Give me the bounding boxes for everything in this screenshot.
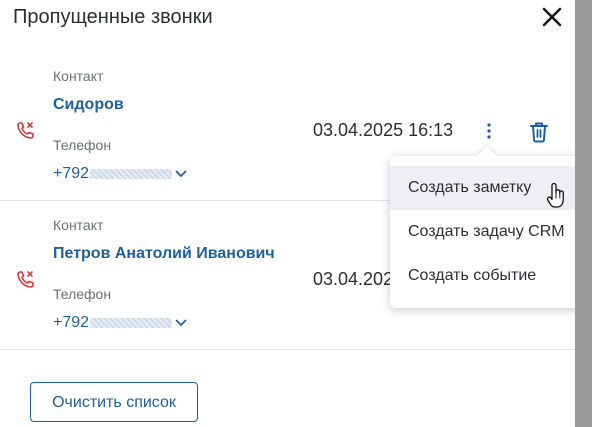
close-button[interactable] [541,6,563,28]
chevron-down-icon [175,319,187,326]
more-vertical-icon [487,123,491,139]
context-menu: Создать заметку Создать задачу CRM Созда… [390,146,586,308]
contact-label: Контакт [53,217,104,233]
more-actions-button[interactable] [480,120,498,142]
phone-mask [90,317,173,328]
phone-label: Телефон [53,137,112,153]
missed-calls-panel: Пропущенные звонки Контакт Сидоров Телеф… [0,0,586,427]
contact-label: Контакт [53,68,104,84]
menu-caret [477,146,497,166]
phone-label: Телефон [53,286,112,302]
hand-pointer-cursor-icon [546,182,564,208]
trash-icon [530,122,548,143]
phone-mask [90,168,173,179]
missed-call-icon [17,271,34,288]
contact-name-link[interactable]: Сидоров [53,95,124,115]
menu-item-create-event[interactable]: Создать событие [390,254,586,298]
divider [0,349,575,350]
close-icon [542,7,562,27]
phone-number-dropdown[interactable]: +792 [53,164,187,184]
missed-call-icon [17,122,34,139]
background-overlay [575,0,592,427]
phone-number-dropdown[interactable]: +792 [53,313,187,333]
menu-item-create-crm-task[interactable]: Создать задачу CRM [390,210,586,254]
clear-list-button[interactable]: Очистить список [30,382,198,422]
contact-name-link[interactable]: Петров Анатолий Иванович [53,244,275,264]
phone-prefix: +792 [53,314,90,331]
call-datetime: 03.04.2025 16:13 [313,120,454,140]
delete-button[interactable] [528,120,550,144]
panel-title: Пропущенные звонки [13,6,213,28]
chevron-down-icon [175,170,187,177]
phone-prefix: +792 [53,165,90,182]
